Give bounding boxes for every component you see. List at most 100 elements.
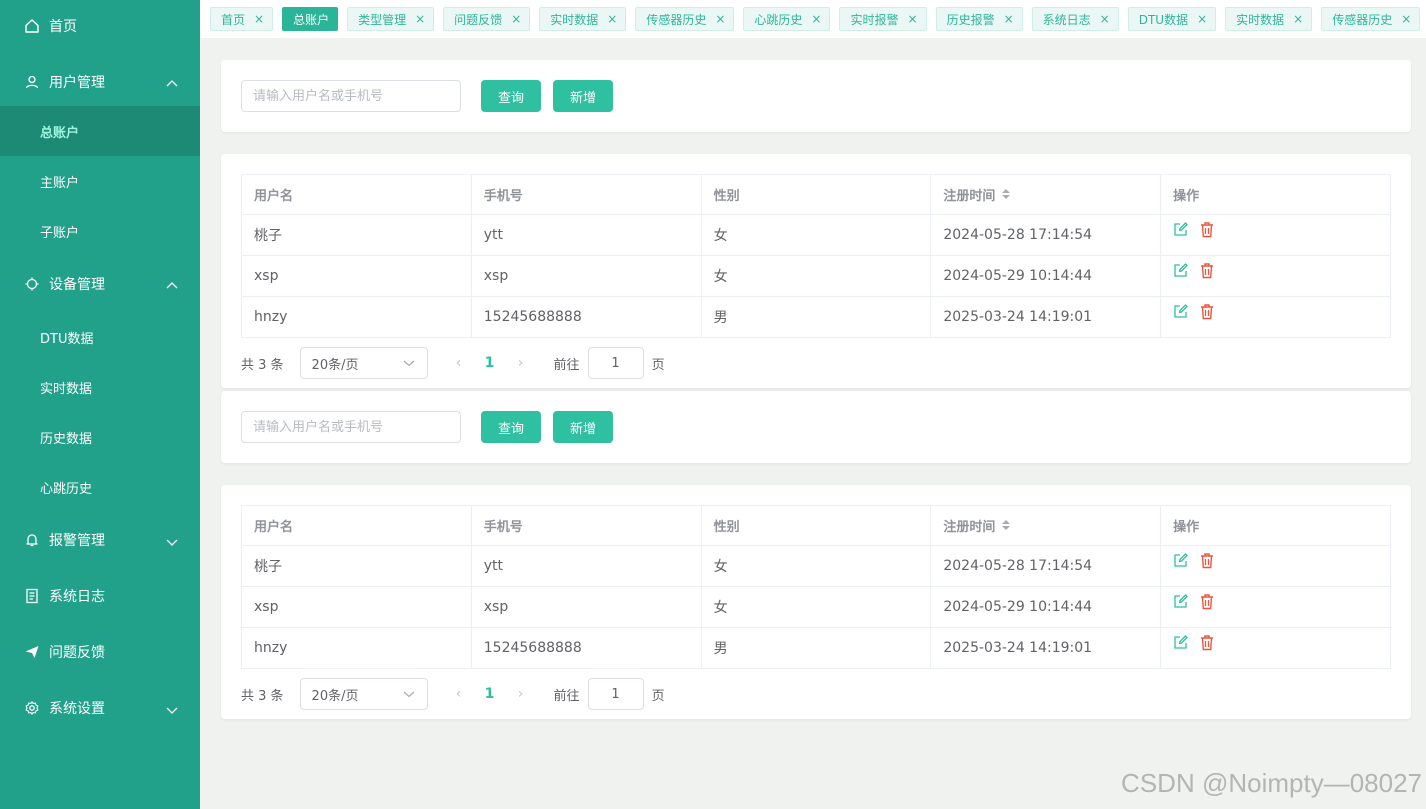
sidebar-item-realtime-data[interactable]: 实时数据 <box>0 362 200 412</box>
sidebar-item-dtu-data[interactable]: DTU数据 <box>0 312 200 362</box>
menu-item-home[interactable]: 首页 <box>0 0 200 52</box>
tab-tag[interactable]: 系统日志 × <box>1031 7 1119 31</box>
cell-username: xsp <box>241 586 472 628</box>
tab-tag-label: 类型管理 <box>358 12 407 27</box>
sidebar-item-sub-account[interactable]: 子账户 <box>0 206 200 256</box>
cell-phone: xsp <box>470 586 702 628</box>
chevron-up-icon <box>166 77 178 93</box>
query-button[interactable]: 查询 <box>481 80 541 112</box>
page-size-value: 20条/页 <box>311 357 359 373</box>
sidebar-item-primary-account[interactable]: 主账户 <box>0 156 200 206</box>
search-card: 查询 新增 <box>221 60 1411 132</box>
cell-actions <box>1160 255 1391 297</box>
tab-tag-label: 传感器历史 <box>1332 12 1393 27</box>
tab-tag[interactable]: 实时报警 × <box>839 7 927 31</box>
cell-actions <box>1160 214 1391 256</box>
delete-icon[interactable] <box>1199 552 1215 573</box>
menu-item-system-settings[interactable]: 系统设置 <box>0 680 200 736</box>
table-row: 桃子 ytt 女 2024-05-28 17:14:54 <box>241 214 1391 256</box>
tab-tag[interactable]: 传感器历史 × <box>1321 7 1421 31</box>
menu-item-device-management[interactable]: 设备管理 <box>0 256 200 312</box>
column-header-registered[interactable]: 注册时间 <box>930 174 1162 215</box>
column-header-registered[interactable]: 注册时间 <box>930 505 1162 546</box>
gear-icon <box>24 700 40 716</box>
prev-page-button[interactable]: ‹ <box>444 355 474 371</box>
chip-icon <box>24 276 40 292</box>
row-actions <box>1173 552 1215 573</box>
cell-username: xsp <box>241 255 472 297</box>
page-number-current[interactable]: 1 <box>474 686 506 702</box>
delete-icon[interactable] <box>1199 221 1215 242</box>
close-icon[interactable]: × <box>511 12 521 26</box>
delete-icon[interactable] <box>1199 262 1215 283</box>
page-size-select[interactable]: 20条/页 <box>299 678 428 710</box>
page-number-current[interactable]: 1 <box>474 355 506 371</box>
cell-actions <box>1160 296 1391 338</box>
tab-tag[interactable]: 传感器历史 × <box>635 7 735 31</box>
edit-icon[interactable] <box>1173 552 1189 572</box>
prev-page-button[interactable]: ‹ <box>444 686 474 702</box>
sort-icon[interactable] <box>1001 188 1011 204</box>
sort-icon[interactable] <box>1001 519 1011 535</box>
sidebar-item-history-data[interactable]: 历史数据 <box>0 412 200 462</box>
search-input[interactable] <box>241 411 461 443</box>
tab-tag-label: 实时数据 <box>1236 12 1285 27</box>
edit-icon[interactable] <box>1173 634 1189 654</box>
close-icon[interactable]: × <box>811 12 821 26</box>
tab-tag[interactable]: 类型管理 × <box>347 7 435 31</box>
tab-tag[interactable]: 首页 × <box>210 7 274 31</box>
goto-page-input[interactable] <box>587 678 644 710</box>
page-size-select[interactable]: 20条/页 <box>299 347 428 379</box>
tab-tag-label: 总账户 <box>293 12 330 27</box>
close-icon[interactable]: × <box>1401 12 1411 26</box>
menu-item-alarm-management[interactable]: 报警管理 <box>0 512 200 568</box>
edit-icon[interactable] <box>1173 303 1189 323</box>
tab-tag[interactable]: 历史报警 × <box>935 7 1023 31</box>
tab-tag[interactable]: 实时数据 × <box>1225 7 1313 31</box>
sidebar-item-heartbeat-history[interactable]: 心跳历史 <box>0 462 200 512</box>
delete-icon[interactable] <box>1199 634 1215 655</box>
close-icon[interactable]: × <box>1004 12 1014 26</box>
column-header-label: 注册时间 <box>943 188 996 204</box>
sidebar-item-main-account-total[interactable]: 总账户 <box>0 106 200 156</box>
close-icon[interactable]: × <box>1100 12 1110 26</box>
add-button[interactable]: 新增 <box>553 80 613 112</box>
edit-icon[interactable] <box>1173 262 1189 282</box>
tab-tag[interactable]: 总账户 <box>282 7 339 31</box>
tab-tag[interactable]: DTU数据 × <box>1127 7 1217 31</box>
close-icon[interactable]: × <box>908 12 918 26</box>
tab-tag[interactable]: 问题反馈 × <box>443 7 531 31</box>
tab-tag[interactable]: 实时数据 × <box>539 7 627 31</box>
query-button[interactable]: 查询 <box>481 411 541 443</box>
close-icon[interactable]: × <box>1293 12 1303 26</box>
close-icon[interactable]: × <box>415 12 425 26</box>
tab-tag[interactable]: 心跳历史 × <box>743 7 831 31</box>
close-icon[interactable]: × <box>607 12 617 26</box>
delete-icon[interactable] <box>1199 303 1215 324</box>
delete-icon[interactable] <box>1199 593 1215 614</box>
row-actions <box>1173 593 1215 614</box>
tab-tag-label: 传感器历史 <box>646 12 707 27</box>
close-icon[interactable]: × <box>254 12 264 26</box>
cell-gender: 男 <box>700 296 932 338</box>
close-icon[interactable]: × <box>715 12 725 26</box>
menu-item-label: 用户管理 <box>49 75 105 91</box>
goto-page-input[interactable] <box>587 347 644 379</box>
edit-icon[interactable] <box>1173 593 1189 613</box>
search-input[interactable] <box>241 80 461 112</box>
column-header-username: 用户名 <box>241 505 472 546</box>
next-page-button[interactable]: › <box>506 686 536 702</box>
edit-icon[interactable] <box>1173 221 1189 241</box>
close-icon[interactable]: × <box>1197 12 1207 26</box>
pagination: 共 3 条 20条/页 ‹ 1 › 前往 页 <box>241 678 665 710</box>
cell-username: hnzy <box>241 296 472 338</box>
menu-item-user-management[interactable]: 用户管理 <box>0 58 200 106</box>
menu-item-feedback[interactable]: 问题反馈 <box>0 624 200 680</box>
add-button[interactable]: 新增 <box>553 411 613 443</box>
cell-username: hnzy <box>241 627 472 669</box>
column-header-gender: 性别 <box>700 505 932 546</box>
row-actions <box>1173 303 1215 324</box>
next-page-button[interactable]: › <box>506 355 536 371</box>
cell-phone: 15245688888 <box>470 627 702 669</box>
menu-item-system-log[interactable]: 系统日志 <box>0 568 200 624</box>
